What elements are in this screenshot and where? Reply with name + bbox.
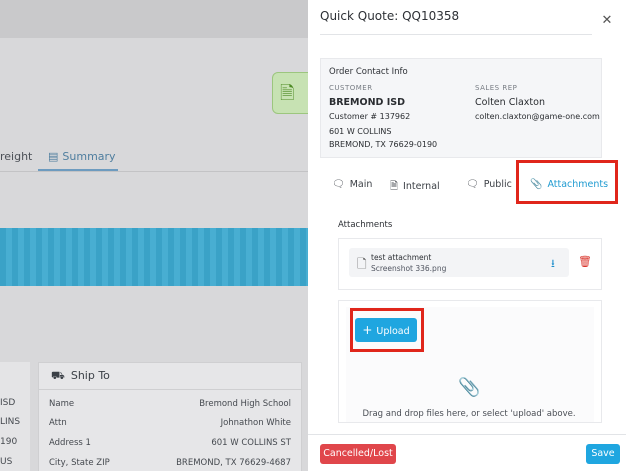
ship-to-title: ⛟ Ship To: [51, 369, 110, 382]
footer-divider: [308, 434, 626, 435]
tab-main[interactable]: 🗨 Main: [332, 179, 372, 190]
save-button[interactable]: Save: [586, 444, 620, 464]
chat-bubble-icon: 🗨: [466, 179, 479, 190]
customer-label: CUSTOMER: [329, 84, 373, 92]
customer-name: BREMOND ISD: [329, 97, 405, 108]
background-divider: [0, 171, 308, 172]
title-divider: [320, 34, 592, 35]
tab-internal[interactable]: 🗎 Internal: [390, 179, 440, 196]
upload-button-highlight: [350, 308, 424, 352]
quick-quote-panel: Quick Quote: QQ10358 ✕ Order Contact Inf…: [308, 0, 626, 471]
attachment-name: test attachment: [371, 253, 432, 262]
background-left-column: ISD LINS 190 US: [0, 362, 30, 471]
attachment-item[interactable]: 🗋 test attachment Screenshot 336.png: [349, 248, 569, 277]
order-contact-card: Order Contact Info CUSTOMER BREMOND ISD …: [320, 58, 602, 158]
document-icon: 🗎: [390, 181, 399, 192]
attachments-list: 🗋 test attachment Screenshot 336.png: [338, 238, 602, 290]
background-banner: [0, 228, 308, 286]
background-tab-freight: reight: [0, 150, 33, 163]
background-tab-summary: ▤ Summary: [48, 150, 116, 163]
ship-to-divider: [39, 389, 301, 390]
background-status-card: 🗎: [272, 72, 308, 114]
sales-rep-label: SALES REP: [475, 84, 518, 92]
document-icon: 🗎: [280, 83, 295, 104]
customer-number: Customer # 137962: [329, 112, 411, 121]
tab-public[interactable]: 🗨 Public: [466, 179, 512, 190]
customer-address-line2: BREMOND, TX 76629-0190: [329, 140, 438, 149]
contact-heading: Order Contact Info: [329, 67, 408, 77]
attachment-filename: Screenshot 336.png: [371, 264, 447, 273]
cancelled-lost-button[interactable]: Cancelled/Lost: [320, 444, 396, 464]
chat-bubble-icon: 🗨: [332, 179, 345, 190]
summary-icon: ▤: [48, 150, 59, 163]
attachments-label: Attachments: [338, 220, 393, 230]
download-icon[interactable]: ⭳: [551, 255, 555, 274]
paperclip-icon: 📎: [458, 377, 481, 398]
customer-address-line1: 601 W COLLINS: [329, 127, 392, 136]
background-page: 🗎 reight ▤ Summary ISD LINS 190 US ⛟ Ship …: [0, 0, 308, 471]
close-icon[interactable]: ✕: [600, 14, 614, 28]
panel-title: Quick Quote: QQ10358: [320, 9, 460, 23]
drop-zone-text: Drag and drop files here, or select 'upl…: [362, 409, 576, 419]
truck-icon: ⛟: [51, 369, 65, 382]
sales-rep-name: Colten Claxton: [475, 97, 545, 108]
ship-to-card: ⛟ Ship To Name Bremond High School Attn Joh…: [38, 362, 302, 471]
file-icon: 🗋: [357, 257, 367, 271]
sales-rep-email[interactable]: colten.claxton@game-one.com: [475, 112, 600, 121]
trash-icon[interactable]: 🗑: [578, 255, 592, 268]
attachments-tab-highlight: [516, 160, 618, 204]
background-topbar: [0, 0, 308, 38]
